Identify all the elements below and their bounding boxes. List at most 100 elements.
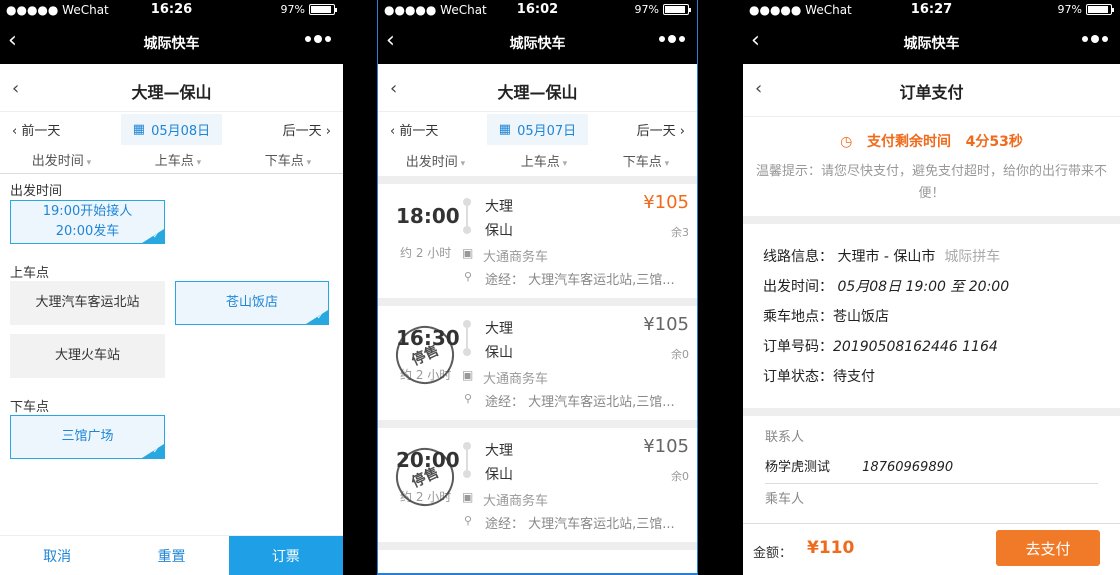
trip-seats: 余0 <box>671 348 689 361</box>
status-bar: ●●●●● WeChat 16:27 97% <box>743 0 1120 20</box>
prev-day-button[interactable]: ‹ 前一天 <box>390 120 438 139</box>
trip-price: ¥105 <box>643 436 689 457</box>
status-bar: ●●●●● WeChat 16:02 97% <box>378 0 697 20</box>
next-day-label: 后一天 <box>636 123 676 139</box>
more-icon[interactable] <box>1082 35 1108 43</box>
divider <box>743 408 1120 416</box>
route-end-dot <box>463 226 471 234</box>
battery-status: 97% <box>280 3 337 16</box>
battery-percent: 97% <box>634 3 659 16</box>
more-icon[interactable] <box>305 35 331 43</box>
trip-price: ¥105 <box>643 314 689 335</box>
payment-bar: 金额： ¥110 去支付 <box>743 523 1120 575</box>
chevron-right-icon: › <box>675 123 685 139</box>
date-picker[interactable]: ▦ 05月08日 <box>120 113 223 145</box>
pay-button[interactable]: 去支付 <box>996 530 1100 566</box>
date-row: ‹ 前一天 ▦ 05月07日 后一天 › <box>378 112 697 146</box>
bus-icon: ▣ <box>462 246 474 260</box>
trip-list-screen: ●●●●● WeChat 16:02 97% ‹ 城际快车 ‹ 大理—保山 ‹ … <box>377 0 698 575</box>
payment-timer: ◷ 支付剩余时间 4分53秒 <box>743 117 1120 151</box>
next-day-button[interactable]: 后一天 › <box>637 120 685 139</box>
timer-section: ◷ 支付剩余时间 4分53秒 温馨提示：请您尽快支付，避免支付超时，给你的出行带… <box>743 116 1120 216</box>
boarding-option-3[interactable]: 大理火车站 <box>10 334 165 378</box>
departure-option[interactable]: 19:00开始接人 20:00发车 <box>10 200 165 244</box>
page-header: ‹ 大理—保山 <box>378 64 697 112</box>
battery-percent: 97% <box>1057 3 1082 16</box>
trip-card[interactable]: 16:30 约 2 小时 停售 大理 保山 ¥105 余0 ▣ 大通商务车 ⚲ … <box>378 306 697 420</box>
page-title: 订单支付 <box>899 83 964 102</box>
order-number-label: 订单号码： <box>763 339 833 355</box>
next-day-label: 后一天 <box>282 123 322 139</box>
date-label: 05月08日 <box>151 123 211 139</box>
wechat-navbar: ‹ 城际快车 <box>743 20 1120 64</box>
page-title: 大理—保山 <box>497 83 578 102</box>
dropoff-option[interactable]: 三馆广场 <box>10 415 165 459</box>
trip-to: 保山 <box>485 467 513 483</box>
prev-day-button[interactable]: ‹ 前一天 <box>12 120 60 139</box>
chevron-right-icon: › <box>321 123 331 139</box>
payment-tip: 温馨提示：请您尽快支付，避免支付超时，给你的出行带来不便！ <box>755 164 1107 201</box>
departure-section-label: 出发时间 <box>10 184 63 199</box>
filter-boarding[interactable]: 上车点 <box>155 150 201 169</box>
amount-value: ¥110 <box>807 538 855 558</box>
trip-via: 途经： 大理汽车客运北站,三馆... <box>485 273 675 288</box>
location-pin-icon: ⚲ <box>464 514 473 527</box>
depart-row: 出发时间： 05月08日 19:00 至 20:00 <box>743 272 1120 302</box>
bus-icon: ▣ <box>462 368 474 382</box>
filter-departure-time[interactable]: 出发时间 <box>32 150 91 169</box>
trip-via: 途经： 大理汽车客运北站,三馆... <box>485 395 675 410</box>
nav-title: 城际快车 <box>903 36 960 52</box>
trip-seats: 余0 <box>671 470 689 483</box>
calendar-icon: ▦ <box>498 121 512 137</box>
divider <box>378 176 697 184</box>
battery-percent: 97% <box>280 3 305 16</box>
prev-day-label: 前一天 <box>21 123 61 139</box>
wechat-navbar: ‹ 城际快车 <box>0 20 343 64</box>
trip-to: 保山 <box>485 345 513 361</box>
departure-option-line2: 20:00发车 <box>55 224 120 239</box>
trip-from: 大理 <box>485 199 513 215</box>
order-status-row: 订单状态：待支付 <box>743 362 1120 392</box>
pickup-label: 乘车地点： <box>763 309 833 325</box>
filter-boarding[interactable]: 上车点 <box>521 151 567 170</box>
filter-dropoff[interactable]: 下车点 <box>623 151 669 170</box>
trip-seats: 余3 <box>671 226 689 239</box>
pickup-value: 苍山饭店 <box>833 309 889 325</box>
date-picker[interactable]: ▦ 05月07日 <box>486 113 589 145</box>
filter-dropoff[interactable]: 下车点 <box>265 150 311 169</box>
route-type: 城际拼车 <box>944 249 1001 265</box>
trip-price: ¥105 <box>643 192 689 213</box>
chevron-left-icon: ‹ <box>390 123 400 139</box>
boarding-option-2[interactable]: 苍山饭店 <box>175 281 329 325</box>
trip-vehicle: 大通商务车 <box>483 494 549 509</box>
contact-section: 联系人 杨学虎测试 18760969890 乘车人 <box>743 416 1120 514</box>
contact-label: 联系人 <box>765 430 805 445</box>
depart-label: 出发时间： <box>763 279 833 295</box>
timer-value: 4分53秒 <box>965 134 1023 150</box>
divider <box>378 298 697 306</box>
filter-departure-time[interactable]: 出发时间 <box>406 151 465 170</box>
filter-screen: ●●●●● WeChat 16:26 97% ‹ 城际快车 ‹ 大理—保山 ‹ … <box>0 0 343 575</box>
order-info: 线路信息： 大理市 - 保山市 城际拼车 出发时间： 05月08日 19:00 … <box>743 224 1120 408</box>
boarding-option-1[interactable]: 大理汽车客运北站 <box>10 281 165 325</box>
wechat-navbar: ‹ 城际快车 <box>378 20 697 64</box>
trip-vehicle: 大通商务车 <box>483 250 549 265</box>
trip-duration: 约 2 小时 <box>400 246 452 260</box>
reset-button[interactable]: 重置 <box>114 536 228 575</box>
trip-card[interactable]: 20:00 约 2 小时 停售 大理 保山 ¥105 余0 ▣ 大通商务车 ⚲ … <box>378 428 697 542</box>
order-payment-screen: ●●●●● WeChat 16:27 97% ‹ 城际快车 ‹ 订单支付 ◷ 支… <box>743 0 1120 575</box>
order-status-value: 待支付 <box>833 369 875 385</box>
route-value: 大理市 - 保山市 <box>837 249 936 265</box>
more-icon[interactable] <box>659 35 685 43</box>
book-button[interactable]: 订票 <box>228 536 343 575</box>
cancel-button[interactable]: 取消 <box>0 536 114 575</box>
departure-option-line1: 19:00开始接人 <box>42 204 133 219</box>
next-day-button[interactable]: 后一天 › <box>283 120 331 139</box>
trip-card[interactable]: 18:00 约 2 小时 大理 保山 ¥105 余3 ▣ 大通商务车 ⚲ 途经：… <box>378 184 697 298</box>
order-number-row: 订单号码：20190508162446 1164 <box>743 332 1120 362</box>
contact-phone: 18760969890 <box>862 460 954 475</box>
divider <box>743 216 1120 224</box>
divider <box>378 542 697 550</box>
filter-row: 出发时间 上车点 下车点 <box>378 146 697 174</box>
trip-from: 大理 <box>485 321 513 337</box>
